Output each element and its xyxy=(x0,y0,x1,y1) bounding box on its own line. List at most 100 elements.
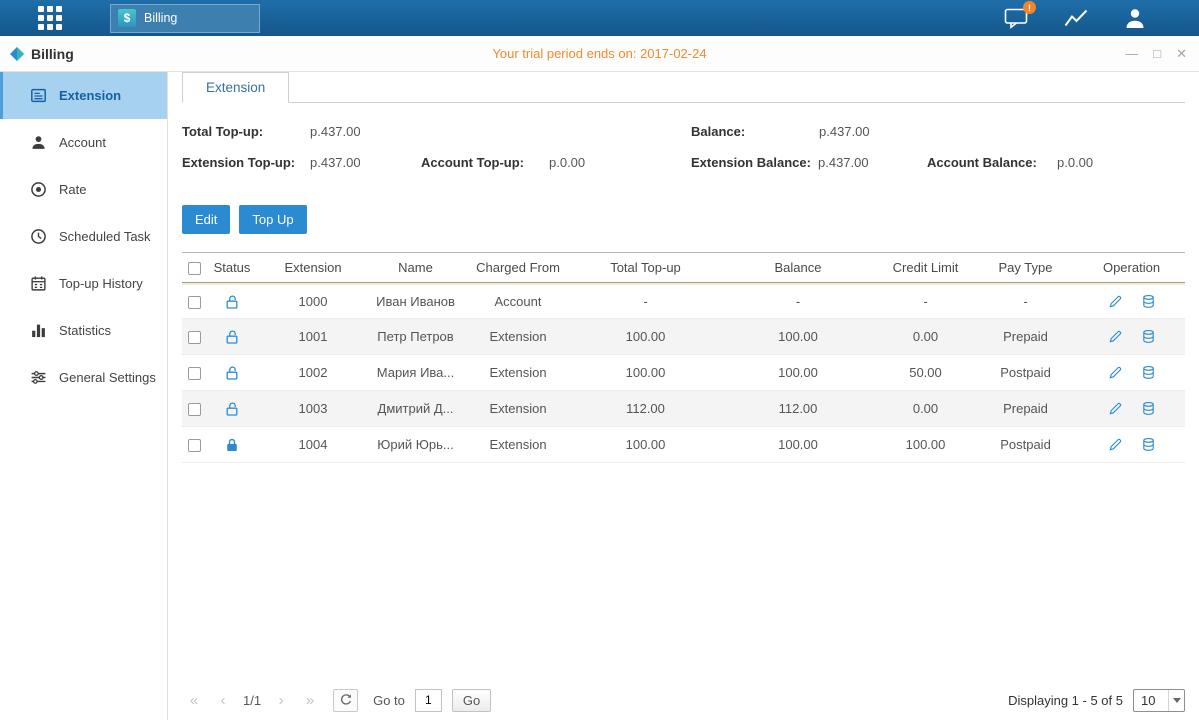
row-checkbox[interactable] xyxy=(188,331,201,344)
last-page-button[interactable]: » xyxy=(298,688,322,712)
sidebar-item-scheduled-task[interactable]: Scheduled Task xyxy=(0,213,167,260)
maximize-button[interactable]: □ xyxy=(1153,47,1161,60)
edit-row-icon[interactable] xyxy=(1108,401,1123,416)
sidebar-item-account[interactable]: Account xyxy=(0,119,167,166)
cell-total-topup: 100.00 xyxy=(573,319,718,355)
edit-row-icon[interactable] xyxy=(1108,294,1123,309)
cell-extension: 1002 xyxy=(258,355,368,391)
summary-balance: Balance: p.437.00 xyxy=(691,124,870,139)
topbar-tab-billing[interactable]: $ Billing xyxy=(110,4,260,33)
goto-label: Go to xyxy=(373,693,405,708)
main-panel: Extension Total Top-up: p.437.00 Balance… xyxy=(168,72,1199,720)
topup-row-icon[interactable] xyxy=(1141,437,1156,452)
minimize-button[interactable]: — xyxy=(1125,47,1138,60)
cell-extension: 1001 xyxy=(258,319,368,355)
row-checkbox[interactable] xyxy=(188,296,201,309)
chevron-down-icon xyxy=(1168,690,1184,711)
close-button[interactable]: ✕ xyxy=(1176,47,1187,60)
table-row[interactable]: 1000 Иван Иванов Account - - - - xyxy=(182,283,1185,319)
topup-row-icon[interactable] xyxy=(1141,329,1156,344)
sidebar-item-statistics[interactable]: Statistics xyxy=(0,307,167,354)
next-page-button[interactable]: › xyxy=(269,688,293,712)
table-row[interactable]: 1004 Юрий Юрь... Extension 100.00 100.00… xyxy=(182,427,1185,463)
refresh-button[interactable] xyxy=(333,689,358,712)
cell-total-topup: - xyxy=(573,283,718,319)
tabbar: Extension xyxy=(182,72,1185,103)
rate-icon xyxy=(30,181,47,198)
col-header-pay-type: Pay Type xyxy=(973,252,1078,283)
select-all-checkbox[interactable] xyxy=(188,262,201,275)
sidebar-item-general-settings[interactable]: General Settings xyxy=(0,354,167,401)
summary-total-topup: Total Top-up: p.437.00 xyxy=(182,124,361,139)
row-checkbox[interactable] xyxy=(188,403,201,416)
table-row[interactable]: 1003 Дмитрий Д... Extension 112.00 112.0… xyxy=(182,391,1185,427)
page-indicator: 1/1 xyxy=(243,693,261,708)
cell-charged-from: Extension xyxy=(463,427,573,463)
sidebar-item-topup-history[interactable]: Top-up History xyxy=(0,260,167,307)
row-checkbox[interactable] xyxy=(188,439,201,452)
apps-grid-icon[interactable] xyxy=(38,6,62,30)
col-header-extension: Extension xyxy=(258,252,368,283)
cell-credit-limit: 100.00 xyxy=(878,427,973,463)
cell-credit-limit: 50.00 xyxy=(878,355,973,391)
table-row[interactable]: 1001 Петр Петров Extension 100.00 100.00… xyxy=(182,319,1185,355)
cell-pay-type: Postpaid xyxy=(973,355,1078,391)
statistics-chart-icon[interactable] xyxy=(1063,7,1089,29)
cell-extension: 1004 xyxy=(258,427,368,463)
topup-row-icon[interactable] xyxy=(1141,401,1156,416)
cell-pay-type: Prepaid xyxy=(973,319,1078,355)
bar-chart-icon xyxy=(30,322,47,339)
topbar-tab-label: Billing xyxy=(144,11,177,25)
topup-row-icon[interactable] xyxy=(1141,365,1156,380)
account-icon xyxy=(30,134,47,151)
edit-row-icon[interactable] xyxy=(1108,365,1123,380)
status-lock-icon xyxy=(224,401,240,417)
page-size-select[interactable]: 10 xyxy=(1133,689,1185,712)
cell-charged-from: Extension xyxy=(463,319,573,355)
sliders-icon xyxy=(30,369,47,386)
table-row[interactable]: 1002 Мария Ива... Extension 100.00 100.0… xyxy=(182,355,1185,391)
trial-notice: Your trial period ends on: 2017-02-24 xyxy=(0,46,1199,61)
top-up-button[interactable]: Top Up xyxy=(239,205,306,234)
balance-summary: Total Top-up: p.437.00 Balance: p.437.00… xyxy=(182,124,1185,190)
cell-total-topup: 100.00 xyxy=(573,355,718,391)
displaying-info: Displaying 1 - 5 of 5 xyxy=(1008,693,1123,708)
pagination-bar: « ‹ 1/1 › » Go to Go Displaying 1 - 5 of… xyxy=(182,688,1185,712)
window-title: Billing xyxy=(31,46,74,62)
summary-extension-topup: Extension Top-up: p.437.00 xyxy=(182,155,361,170)
edit-row-icon[interactable] xyxy=(1108,437,1123,452)
row-checkbox[interactable] xyxy=(188,367,201,380)
extensions-table: Status Extension Name Charged From Total… xyxy=(182,252,1185,463)
cell-charged-from: Extension xyxy=(463,391,573,427)
first-page-button[interactable]: « xyxy=(182,688,206,712)
topup-row-icon[interactable] xyxy=(1141,294,1156,309)
goto-page-input[interactable] xyxy=(415,689,442,712)
go-button[interactable]: Go xyxy=(452,689,491,712)
cell-name: Мария Ива... xyxy=(368,355,463,391)
sidebar-item-extension[interactable]: Extension xyxy=(0,72,167,119)
summary-account-topup: Account Top-up: p.0.00 xyxy=(421,155,585,170)
cell-credit-limit: 0.00 xyxy=(878,319,973,355)
cell-pay-type: - xyxy=(973,283,1078,319)
page-size-value: 10 xyxy=(1134,693,1168,708)
edit-row-icon[interactable] xyxy=(1108,329,1123,344)
titlebar: Billing Your trial period ends on: 2017-… xyxy=(0,36,1199,72)
col-header-credit-limit: Credit Limit xyxy=(878,252,973,283)
sidebar-item-label: Account xyxy=(59,135,106,150)
tab-extension[interactable]: Extension xyxy=(182,72,289,103)
sidebar-item-label: Statistics xyxy=(59,323,111,338)
sidebar-item-label: Extension xyxy=(59,88,121,103)
notifications-chat-icon[interactable]: ! xyxy=(1004,7,1029,29)
cell-balance: - xyxy=(718,283,878,319)
prev-page-button[interactable]: ‹ xyxy=(211,688,235,712)
cell-name: Юрий Юрь... xyxy=(368,427,463,463)
col-header-status: Status xyxy=(206,252,258,283)
calendar-icon xyxy=(30,275,47,292)
edit-button[interactable]: Edit xyxy=(182,205,230,234)
col-header-name: Name xyxy=(368,252,463,283)
sidebar-item-rate[interactable]: Rate xyxy=(0,166,167,213)
billing-logo-icon xyxy=(9,46,25,62)
sidebar-item-label: Scheduled Task xyxy=(59,229,151,244)
user-account-icon[interactable] xyxy=(1123,7,1147,29)
cell-total-topup: 112.00 xyxy=(573,391,718,427)
